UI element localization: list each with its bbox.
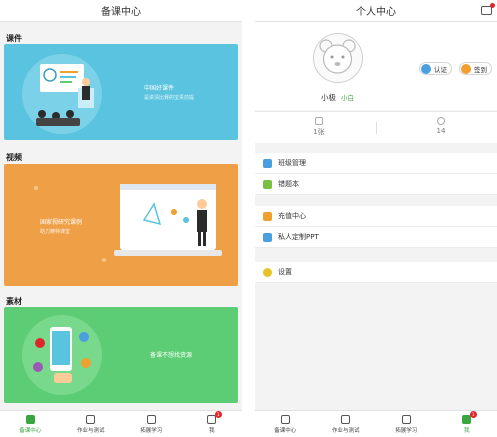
username: 小极	[321, 93, 336, 102]
menu-item-wrong-questions[interactable]: 错题本	[255, 174, 497, 195]
recharge-icon	[263, 211, 272, 221]
menu-group-account: 充值中心 私人定制PPT	[255, 206, 497, 248]
video-subcaption: 助力精特课堂	[40, 229, 71, 235]
bottom-tab-bar: 备课中心 作业与测试 拓展学习 1 我	[255, 410, 497, 437]
tab-label: 我	[463, 427, 470, 434]
tab-extended-learning[interactable]: 拓展学习	[122, 414, 180, 434]
video-card[interactable]: 国家视研究课例 助力精特课堂	[4, 164, 238, 286]
learn-icon	[401, 414, 411, 424]
profile-screen: 个人中心 小极 小白 认证 签到 1张 14 班级管理 错题本 充值中心 私人定…	[255, 0, 497, 437]
menu-label: 错题本	[278, 180, 299, 188]
homework-icon	[341, 414, 351, 424]
tab-prep-center[interactable]: 备课中心	[1, 414, 59, 434]
menu-label: 充值中心	[278, 212, 306, 220]
menu-item-class-management[interactable]: 班级管理	[255, 153, 497, 174]
tab-homework[interactable]: 作业与测试	[317, 414, 375, 434]
user-level: 小白	[341, 94, 354, 102]
homework-icon	[86, 414, 96, 424]
tab-extended-learning[interactable]: 拓展学习	[377, 414, 435, 434]
screen-separator	[242, 0, 255, 437]
tab-label: 作业与测试	[331, 427, 360, 434]
tab-label: 拓展学习	[395, 427, 418, 434]
tab-label: 我	[208, 427, 215, 434]
coin-icon	[437, 117, 445, 125]
user-name-row: 小极 小白	[255, 92, 420, 103]
courseware-caption: 中国好课件	[144, 85, 175, 92]
message-icon[interactable]	[481, 3, 495, 15]
stat-divider	[376, 122, 377, 134]
courseware-illustration	[22, 54, 102, 134]
tab-label: 作业与测试	[76, 427, 105, 434]
certify-label: 认证	[434, 65, 447, 74]
stat-tickets[interactable]: 1张	[289, 117, 349, 137]
checkin-label: 签到	[474, 65, 487, 74]
tab-label: 备课中心	[19, 427, 42, 434]
notification-badge: 1	[214, 410, 222, 418]
ticket-icon	[315, 117, 323, 125]
book-icon	[280, 414, 290, 424]
menu-group-class: 班级管理 错题本	[255, 153, 497, 195]
settings-icon	[263, 267, 272, 277]
stat-coins[interactable]: 14	[411, 117, 471, 135]
checkin-button[interactable]: 签到	[459, 62, 492, 75]
stat-value: 1张	[313, 128, 325, 136]
tab-label: 备课中心	[274, 427, 297, 434]
materials-illustration	[22, 315, 102, 395]
bear-avatar-icon	[319, 39, 356, 74]
tab-me[interactable]: 1 我	[438, 410, 496, 434]
top-bar: 备课中心	[0, 0, 242, 22]
stat-value: 14	[436, 127, 446, 135]
section-label-materials: 素材	[6, 297, 22, 306]
page-title: 个人中心	[356, 7, 396, 18]
avatar[interactable]	[313, 33, 363, 83]
menu-label: 私人定制PPT	[278, 233, 319, 241]
tab-label: 拓展学习	[140, 427, 163, 434]
section-label-courseware: 课件	[6, 34, 22, 43]
menu-item-custom-ppt[interactable]: 私人定制PPT	[255, 227, 497, 248]
menu-item-settings[interactable]: 设置	[255, 262, 497, 283]
tab-me[interactable]: 1 我	[183, 410, 241, 434]
prep-center-screen: 备课中心 课件 中国好课件 是讲清比赛的宝贵前提 视频 国家视研究课例 助力精特…	[0, 0, 242, 437]
ppt-icon	[263, 232, 272, 242]
top-bar: 个人中心	[255, 0, 497, 22]
materials-card[interactable]: 备课不想找资源	[4, 307, 238, 403]
menu-group-settings: 设置	[255, 262, 497, 283]
bottom-tab-bar: 备课中心 作业与测试 拓展学习 1 我	[0, 410, 242, 437]
tab-prep-center[interactable]: 备课中心	[256, 414, 314, 434]
stats-bar: 1张 14	[255, 111, 497, 143]
unread-dot	[490, 3, 495, 8]
menu-item-recharge[interactable]: 充值中心	[255, 206, 497, 227]
notification-badge: 1	[469, 410, 477, 418]
courseware-subcaption: 是讲清比赛的宝贵前提	[144, 95, 195, 101]
notebook-icon	[263, 179, 272, 189]
book-icon	[25, 414, 35, 424]
class-icon	[263, 158, 272, 168]
menu-label: 班级管理	[278, 159, 306, 167]
video-caption: 国家视研究课例	[40, 219, 83, 226]
materials-caption: 备课不想找资源	[150, 352, 193, 359]
checkin-icon	[461, 63, 471, 74]
profile-header: 小极 小白 认证 签到	[255, 22, 497, 110]
certify-button[interactable]: 认证	[419, 62, 452, 75]
menu-label: 设置	[278, 268, 292, 276]
certify-icon	[421, 63, 431, 74]
tab-homework[interactable]: 作业与测试	[62, 414, 120, 434]
page-title: 备课中心	[101, 7, 141, 18]
learn-icon	[146, 414, 156, 424]
section-label-video: 视频	[6, 153, 22, 162]
courseware-card[interactable]: 中国好课件 是讲清比赛的宝贵前提	[4, 44, 238, 140]
